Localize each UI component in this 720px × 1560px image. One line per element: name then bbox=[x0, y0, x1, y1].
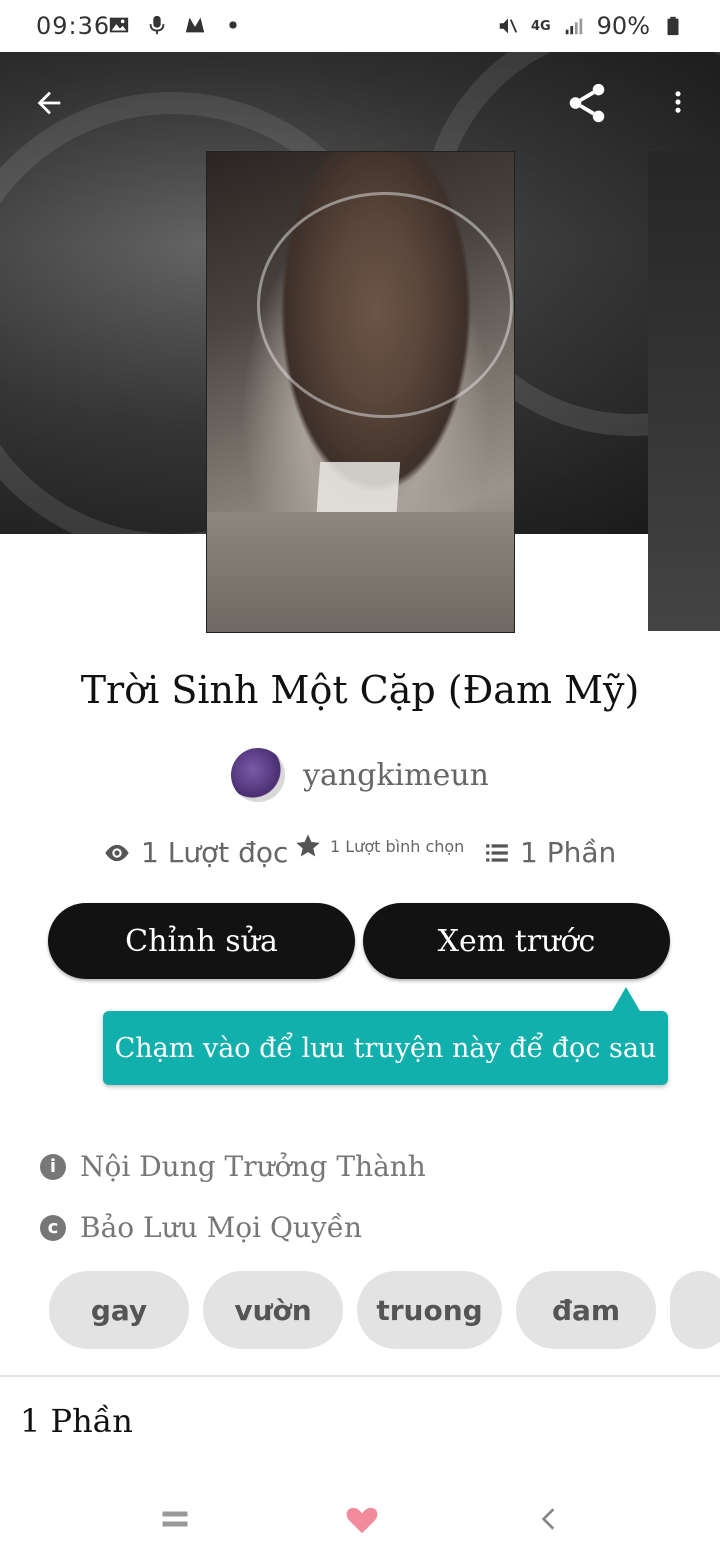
star-icon bbox=[296, 834, 320, 857]
battery-icon bbox=[667, 16, 679, 36]
cover-cup-holder bbox=[207, 512, 514, 632]
copyright-label: Bảo Lưu Mọi Quyền bbox=[80, 1211, 363, 1244]
parts-heading: 1 Phần bbox=[20, 1402, 133, 1440]
mute-icon bbox=[499, 18, 518, 34]
mature-content-label: Nội Dung Trưởng Thành bbox=[80, 1150, 426, 1183]
copyright-row: c Bảo Lưu Mọi Quyền bbox=[40, 1211, 362, 1244]
gallery-icon bbox=[109, 17, 129, 33]
story-stats: 1 Lượt đọc 1 Lượt bình chọn 1 Phần bbox=[0, 834, 720, 876]
network-type: 4G bbox=[530, 18, 551, 34]
list-icon bbox=[486, 843, 508, 862]
divider bbox=[0, 1375, 720, 1377]
story-cover-image[interactable] bbox=[206, 151, 515, 633]
battery-percent: 90% bbox=[596, 12, 650, 40]
copyright-icon: c bbox=[40, 1214, 66, 1241]
tag-chip[interactable]: đam bbox=[516, 1271, 656, 1349]
tag-chip-partial[interactable] bbox=[670, 1271, 720, 1349]
tags-row: gay vườn truong đam bbox=[0, 1271, 720, 1351]
mature-content-row: i Nội Dung Trưởng Thành bbox=[40, 1150, 426, 1183]
status-left-icons bbox=[108, 14, 244, 36]
story-title: Trời Sinh Một Cặp (Đam Mỹ) bbox=[80, 668, 640, 712]
edit-button[interactable]: Chỉnh sửa bbox=[48, 903, 355, 979]
votes-label: 1 Lượt bình chọn bbox=[330, 836, 465, 856]
save-tooltip[interactable]: Chạm vào để lưu truyện này để đọc sau bbox=[103, 987, 668, 1085]
tag-chip[interactable]: gay bbox=[49, 1271, 189, 1349]
recents-icon[interactable] bbox=[160, 1504, 190, 1534]
votes-stat: 1 Lượt bình chọn bbox=[294, 832, 464, 860]
status-right-icons: 4G 90% bbox=[497, 12, 684, 40]
back-arrow-icon[interactable] bbox=[32, 86, 66, 120]
preview-button[interactable]: Xem trước bbox=[363, 903, 670, 979]
next-story-cover[interactable] bbox=[648, 151, 720, 631]
signal-icon bbox=[565, 18, 582, 35]
microphone-icon bbox=[149, 15, 165, 35]
heart-home-icon[interactable] bbox=[343, 1500, 381, 1538]
author-name[interactable]: yangkimeun bbox=[303, 758, 489, 793]
info-icon: i bbox=[40, 1153, 66, 1180]
cover-cup-lid bbox=[257, 192, 513, 418]
app-m-icon bbox=[185, 17, 205, 33]
reads-stat: 1 Lượt đọc bbox=[103, 836, 288, 869]
status-time: 09:36 bbox=[36, 12, 111, 40]
author-row[interactable]: yangkimeun bbox=[0, 748, 720, 802]
reads-label: 1 Lượt đọc bbox=[141, 836, 289, 869]
parts-label: 1 Phần bbox=[520, 836, 617, 869]
tag-chip[interactable]: truong bbox=[357, 1271, 502, 1349]
more-vert-icon[interactable] bbox=[664, 84, 692, 120]
back-chevron-icon[interactable] bbox=[536, 1504, 562, 1534]
parts-stat: 1 Phần bbox=[484, 836, 616, 869]
avatar[interactable] bbox=[231, 748, 285, 802]
share-icon[interactable] bbox=[564, 80, 610, 126]
status-bar: 09:36 4G 90% bbox=[0, 0, 720, 52]
dot-icon bbox=[229, 21, 237, 29]
eye-icon bbox=[105, 844, 129, 861]
system-nav-bar bbox=[0, 1478, 720, 1560]
tag-chip[interactable]: vườn bbox=[203, 1271, 343, 1349]
